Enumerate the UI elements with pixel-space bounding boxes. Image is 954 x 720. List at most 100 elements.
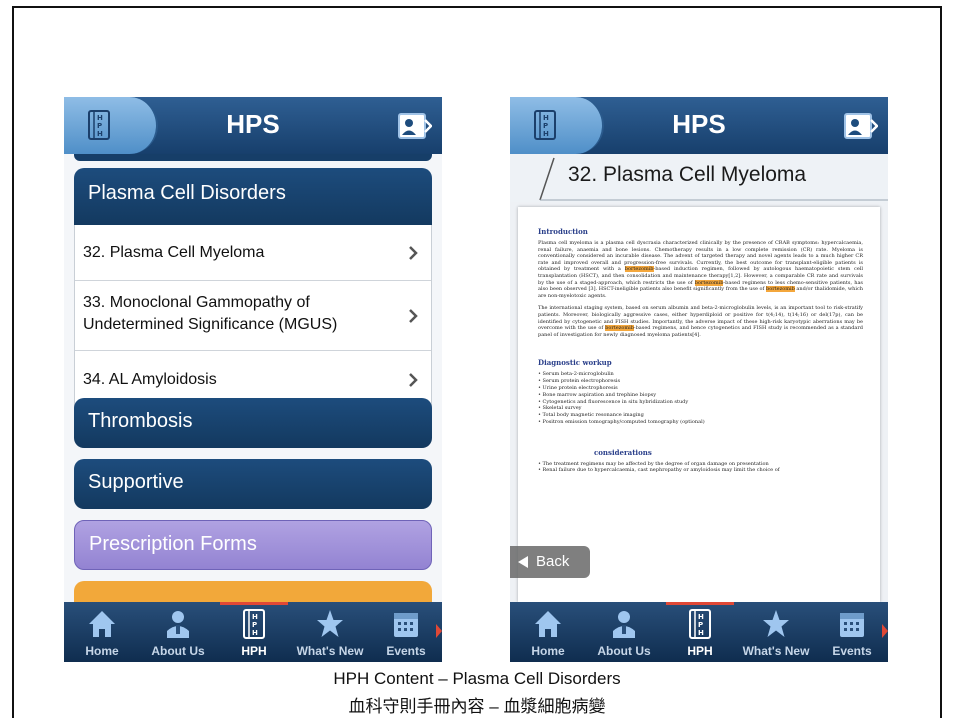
svg-text:H: H [252, 613, 258, 621]
hph-book-icon: H P H [243, 609, 265, 639]
tab-hph[interactable]: H P H HPH [662, 602, 738, 662]
more-tabs-arrow-icon[interactable] [436, 624, 442, 638]
chevron-right-icon [409, 373, 418, 387]
tab-hph[interactable]: H P H HPH [216, 602, 292, 662]
highlight-term: bortezomib [766, 286, 795, 293]
workup-item: • Cytogenetics and fluorescence in situ … [538, 398, 689, 405]
section-label: Plasma Cell Disorders [88, 182, 286, 204]
chevron-right-icon [409, 309, 418, 323]
caption-chinese: 血科守則手冊內容 – 血漿細胞病變 [348, 697, 606, 716]
tab-label: Home [531, 644, 565, 658]
workup-item-text: Bone marrow aspiration and trephine biop… [542, 391, 657, 398]
workup-item: • Serum beta-2-microglobulin [538, 371, 614, 378]
section-thrombosis[interactable]: Thrombosis [74, 398, 432, 448]
workup-item: • Urine protein electrophoresis [538, 384, 618, 391]
caption-english: HPH Content – Plasma Cell Disorders [333, 669, 621, 688]
tab-about-us[interactable]: About Us [140, 602, 216, 662]
phone-screen-right: H P H HPS 32. Plasma Cell Myeloma Introd… [510, 97, 888, 662]
intro-paragraph-1: Plasma cell myeloma is a plasma cell dys… [538, 240, 863, 299]
workup-item-text: Serum protein electrophoresis [542, 378, 621, 385]
list-item-plasma-cell-myeloma[interactable]: 32. Plasma Cell Myeloma [75, 225, 431, 281]
page-title: 32. Plasma Cell Myeloma [568, 163, 807, 186]
workup-heading: Diagnostic workup [538, 358, 612, 368]
workup-item-text: Serum beta-2-microglobulin [542, 371, 614, 378]
highlight-term: bortezomib [694, 279, 724, 286]
svg-text:H: H [698, 613, 704, 621]
back-arrow-icon [518, 556, 528, 568]
contact-card-icon[interactable] [844, 113, 878, 139]
tab-label: About Us [151, 644, 205, 658]
intro-heading: Introduction [538, 227, 588, 236]
home-icon [89, 611, 115, 637]
home-icon [535, 611, 561, 637]
tab-label: Events [832, 644, 872, 658]
tab-label: HPH [687, 644, 713, 658]
considerations-item-text: Renal failure due to hypercalcaemia, cas… [542, 467, 780, 474]
app-title: HPS [226, 109, 280, 139]
tab-label: Home [85, 644, 119, 658]
tab-events[interactable]: Events [814, 602, 888, 662]
person-icon [167, 611, 189, 638]
back-label: Back [536, 553, 570, 570]
previous-section-edge [74, 154, 432, 161]
app-title: HPS [672, 109, 726, 139]
hph-book-icon: H P H [689, 609, 711, 639]
svg-text:P: P [252, 621, 257, 629]
contact-card-icon[interactable] [398, 113, 432, 139]
highlight-term: bortezomib [605, 325, 634, 332]
section-prescription-forms[interactable]: Prescription Forms [74, 520, 432, 570]
section-label: Prescription Forms [89, 533, 257, 555]
section-label: Thrombosis [88, 410, 193, 432]
workup-item: • Serum protein electrophoresis [538, 378, 621, 385]
considerations-item: • The treatment regimens may be affected… [538, 460, 769, 467]
tab-about-us[interactable]: About Us [586, 602, 662, 662]
app-header: H P H HPS [64, 97, 442, 154]
workup-item: • Positron emission tomography/computed … [538, 418, 705, 425]
calendar-icon [840, 613, 864, 637]
list-item-label: 33. Monoclonal Gammopathy of Undetermine… [83, 294, 338, 333]
tab-label: What's New [296, 644, 364, 658]
highlight-term: bortezomib [624, 266, 654, 273]
document-title-bar: 32. Plasma Cell Myeloma [510, 154, 888, 202]
bottom-tab-bar: Home About Us H P H HPH What's New Event… [64, 602, 442, 662]
document-page[interactable]: Introduction Plasma cell myeloma is a pl… [518, 207, 880, 602]
list-item-label: 34. AL Amyloidosis [83, 371, 217, 388]
considerations-item: • Renal failure due to hypercalcaemia, c… [538, 467, 780, 474]
more-tabs-arrow-icon[interactable] [882, 624, 888, 638]
workup-item: • Total body magnetic resonance imaging [538, 412, 644, 419]
bottom-tab-bar: Home About Us H P H HPH What's New Event… [510, 602, 888, 662]
tab-events[interactable]: Events [368, 602, 442, 662]
tab-label: What's New [742, 644, 810, 658]
section-plasma-cell-disorders[interactable]: Plasma Cell Disorders [74, 168, 432, 226]
workup-item-text: Positron emission tomography/computed to… [542, 418, 705, 425]
back-button[interactable]: Back [510, 546, 590, 578]
tab-label: Events [386, 644, 426, 658]
workup-item-text: Cytogenetics and fluorescence in situ hy… [542, 398, 689, 405]
chevron-right-icon [409, 246, 418, 260]
intro-paragraph-2: The international staging system, based … [538, 305, 863, 338]
person-icon [613, 611, 635, 638]
considerations-heading: considerations [594, 447, 652, 457]
star-icon [763, 610, 789, 637]
tab-whats-new[interactable]: What's New [292, 602, 368, 662]
category-list: Plasma Cell Disorders 32. Plasma Cell My… [64, 154, 442, 611]
workup-item-text: Skeletal survey [542, 405, 582, 412]
workup-item: • Skeletal survey [538, 405, 582, 412]
calendar-icon [394, 613, 418, 637]
workup-item: • Bone marrow aspiration and trephine bi… [538, 391, 657, 398]
svg-text:P: P [698, 621, 703, 629]
tab-home[interactable]: Home [510, 602, 586, 662]
tab-label: HPH [241, 644, 267, 658]
workup-item-text: Urine protein electrophoresis [542, 384, 618, 391]
section-supportive[interactable]: Supportive [74, 459, 432, 509]
list-item-mgus[interactable]: 33. Monoclonal Gammopathy of Undetermine… [75, 281, 431, 351]
considerations-item-text: The treatment regimens may be affected b… [542, 460, 769, 467]
section-label: Supportive [88, 471, 184, 493]
workup-item-text: Total body magnetic resonance imaging [542, 412, 644, 419]
tab-whats-new[interactable]: What's New [738, 602, 814, 662]
svg-text:H: H [252, 629, 258, 637]
tab-label: About Us [597, 644, 651, 658]
list-item-label: 32. Plasma Cell Myeloma [83, 244, 265, 261]
phone-screen-left: H P H HPS Plasma Cell Disorders 32. Plas… [64, 97, 442, 662]
tab-home[interactable]: Home [64, 602, 140, 662]
